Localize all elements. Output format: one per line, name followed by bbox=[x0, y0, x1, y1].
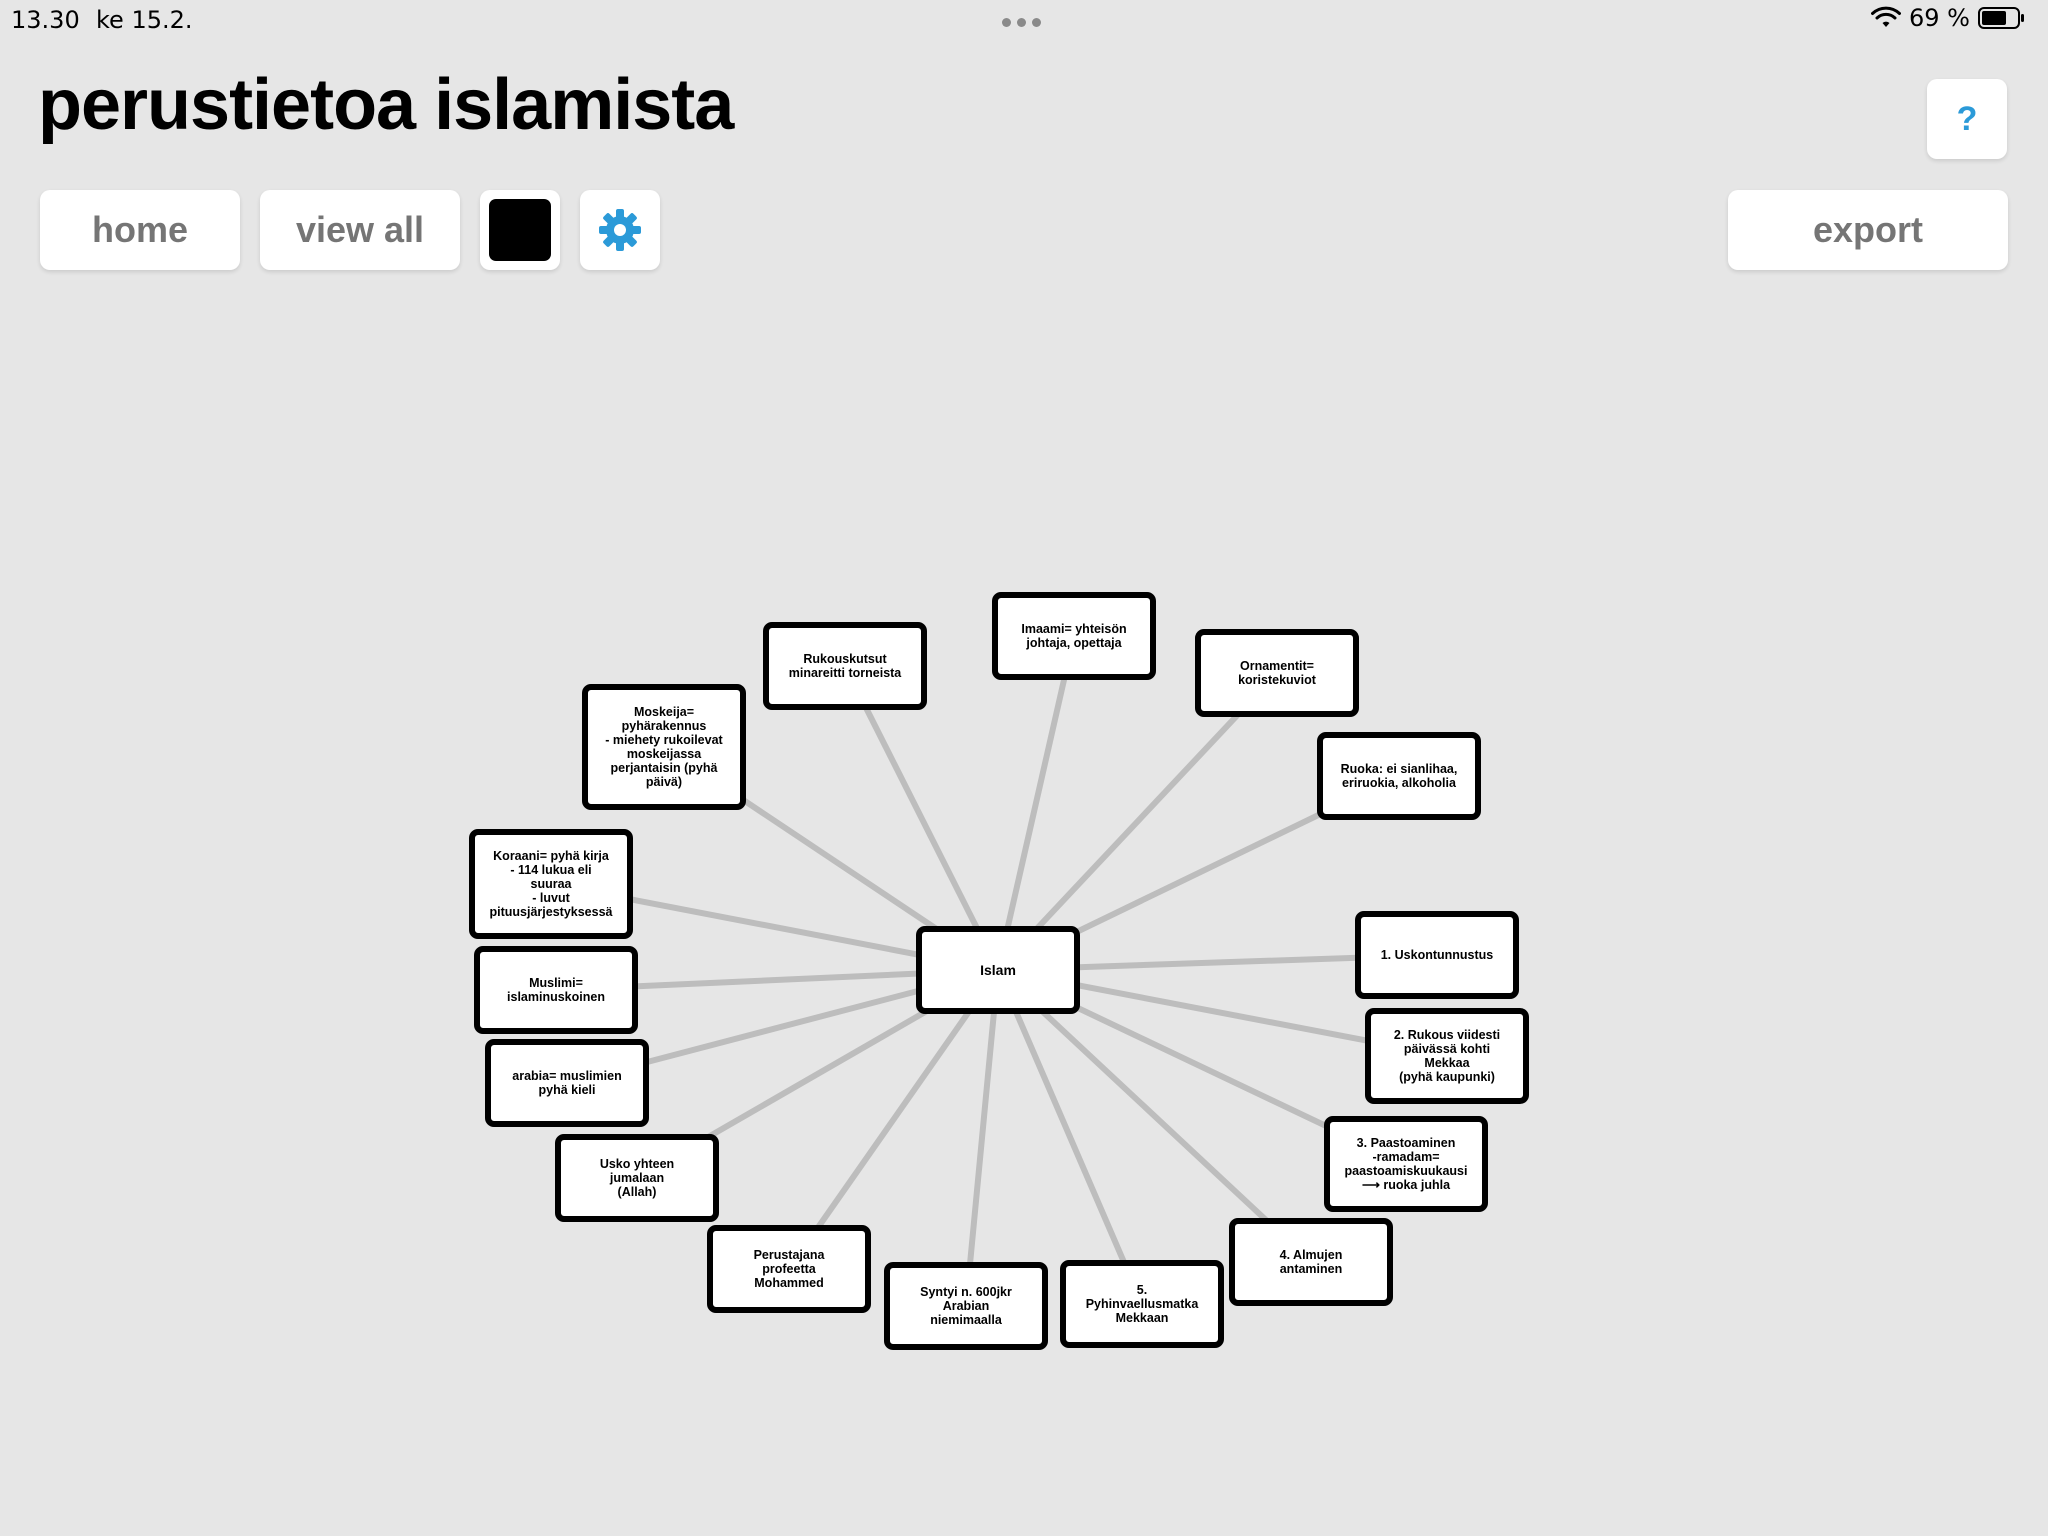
gear-icon bbox=[599, 209, 641, 251]
mind-map-center-node[interactable]: Islam bbox=[916, 926, 1080, 1014]
status-indicators: 69 % bbox=[1871, 4, 2026, 32]
status-date: ke 15.2. bbox=[96, 6, 193, 34]
color-swatch bbox=[489, 199, 551, 261]
multitask-menu-icon[interactable] bbox=[1002, 18, 1041, 27]
mind-map-node[interactable]: 2. Rukous viidesti päivässä kohti Mekkaa… bbox=[1365, 1008, 1529, 1104]
mind-map-node[interactable]: Koraani= pyhä kirja - 114 lukua eli suur… bbox=[469, 829, 633, 939]
mind-map-node[interactable]: Rukouskutsut minareitti torneista bbox=[763, 622, 927, 710]
mind-map-node[interactable]: Moskeija= pyhärakennus - miehety rukoile… bbox=[582, 684, 746, 810]
battery-icon bbox=[1978, 7, 2024, 29]
status-time: 13.30 bbox=[11, 6, 80, 34]
mind-map-node[interactable]: Imaami= yhteisön johtaja, opettaja bbox=[992, 592, 1156, 680]
export-button[interactable]: export bbox=[1728, 190, 2008, 270]
mind-map-connector bbox=[995, 968, 1145, 1306]
mind-map-node[interactable]: 3. Paastoaminen -ramadam= paastoamiskuuk… bbox=[1324, 1116, 1488, 1212]
mind-map-node[interactable]: arabia= muslimien pyhä kieli bbox=[485, 1039, 649, 1127]
wifi-icon bbox=[1871, 6, 1902, 27]
mind-map-node[interactable]: 1. Uskontunnustus bbox=[1355, 911, 1519, 999]
mind-map-node[interactable]: Muslimi= islaminuskoinen bbox=[474, 946, 638, 1034]
settings-button[interactable] bbox=[580, 190, 660, 270]
help-button[interactable]: ? bbox=[1927, 79, 2007, 159]
mind-map-node[interactable]: 4. Almujen antaminen bbox=[1229, 1218, 1393, 1306]
home-button[interactable]: home bbox=[40, 190, 240, 270]
battery-percent: 69 % bbox=[1909, 4, 1970, 32]
mind-map-connector bbox=[963, 969, 1001, 1307]
mind-map-node[interactable]: 5. Pyhinvaellusmatka Mekkaan bbox=[1060, 1260, 1224, 1348]
view-all-button[interactable]: view all bbox=[260, 190, 460, 270]
mind-map-node[interactable]: Ornamentit= koristekuviot bbox=[1195, 629, 1359, 717]
color-picker-button[interactable] bbox=[480, 190, 560, 270]
mind-map-connector bbox=[842, 664, 1001, 972]
page-title: perustietoa islamista bbox=[38, 65, 734, 145]
mind-map-node[interactable]: Syntyi n. 600jkr Arabian niemimaalla bbox=[884, 1262, 1048, 1350]
mind-map-node[interactable]: Usko yhteen jumalaan (Allah) bbox=[555, 1134, 719, 1222]
status-bar: 13.30 ke 15.2. 69 % bbox=[0, 0, 2048, 40]
mind-map-connector bbox=[995, 635, 1077, 971]
mind-map-node[interactable]: Ruoka: ei sianlihaa, eriruokia, alkoholi… bbox=[1317, 732, 1481, 820]
mind-map-node[interactable]: Perustajana profeetta Mohammed bbox=[707, 1225, 871, 1313]
